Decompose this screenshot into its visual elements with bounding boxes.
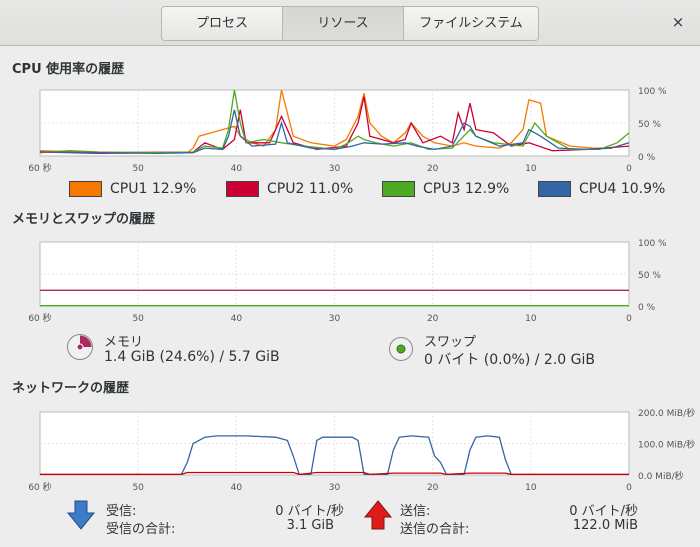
receiving-label: 受信: (106, 504, 137, 519)
memory-x-tick: 60 秒 (28, 312, 51, 324)
cpu-x-tick: 30 (329, 164, 341, 174)
memory-value: 1.4 GiB (24.6%) / 5.7 GiB (104, 349, 280, 365)
cpu-x-tick: 40 (231, 164, 243, 174)
network-x-tick: 0 (626, 483, 632, 493)
legend-cpu1[interactable]: CPU1 12.9% (69, 181, 196, 197)
memory-x-tick: 0 (626, 314, 632, 324)
header-bar: プロセス リソース ファイルシステム × (0, 0, 700, 46)
legend-cpu3-label: CPU3 (423, 181, 461, 197)
total-received-label: 受信の合計: (106, 522, 176, 537)
cpu-x-tick: 10 (525, 164, 537, 174)
legend-cpu4[interactable]: CPU4 10.9% (538, 181, 665, 197)
legend-cpu2-value: 11.0% (308, 181, 354, 197)
received-series-line (40, 435, 629, 476)
memory-x-tick: 10 (525, 314, 537, 324)
cpu3-series-line (39, 89, 630, 154)
cpu2-series-line (39, 96, 630, 155)
cpu3-color-swatch[interactable] (382, 181, 415, 197)
tab-file-systems[interactable]: ファイルシステム (403, 7, 538, 40)
swap-value: 0 バイト (0.0%) / 2.0 GiB (424, 352, 595, 368)
memory-y-tick: 0 % (638, 303, 656, 313)
tab-processes[interactable]: プロセス (162, 7, 282, 40)
cpu-y-tick: 50 % (638, 120, 661, 130)
legend-cpu1-label: CPU1 (110, 181, 148, 197)
swap-label: スワップ (424, 335, 477, 350)
sent-series-line (40, 471, 629, 476)
total-sent-value: 122.0 MiB (572, 518, 638, 533)
cpu-plot-area (39, 89, 630, 157)
memory-x-tick: 40 (231, 314, 243, 324)
legend-cpu3[interactable]: CPU3 12.9% (382, 181, 509, 197)
network-x-tick: 20 (427, 483, 439, 493)
network-y-tick: 100.0 MiB/秒 (638, 439, 695, 451)
legend-cpu1-value: 12.9% (151, 181, 197, 197)
network-history-title: ネットワークの履歴 (12, 381, 130, 396)
cpu1-series-line (39, 89, 630, 154)
network-y-tick: 0.0 MiB/秒 (638, 470, 684, 482)
sending-label: 送信: (400, 504, 431, 519)
total-sent-label: 送信の合計: (400, 522, 470, 537)
memory-y-tick: 50 % (638, 271, 661, 281)
memory-plot-area (39, 241, 630, 307)
total-received-value: 3.1 GiB (286, 518, 334, 533)
legend-cpu2-label: CPU2 (267, 181, 305, 197)
cpu-x-tick: 50 (132, 164, 144, 174)
memory-pie-icon[interactable] (66, 333, 94, 361)
view-switcher: プロセス リソース ファイルシステム (161, 6, 539, 41)
swap-pie-icon[interactable] (388, 336, 414, 362)
network-x-tick: 30 (329, 483, 341, 493)
cpu-x-tick: 0 (626, 164, 632, 174)
network-x-tick: 10 (525, 483, 537, 493)
cpu-y-tick: 0 % (638, 153, 656, 163)
network-x-tick: 50 (132, 483, 144, 493)
cpu-y-tick: 100 % (638, 87, 667, 97)
cpu4-color-swatch[interactable] (538, 181, 571, 197)
cpu-graph: 100 % 50 % 0 % 60 秒 50 40 30 20 10 0 100 % 50 % 0 %… (28, 87, 695, 493)
memory-x-tick: 20 (427, 314, 439, 324)
network-plot-area (39, 411, 630, 476)
legend-cpu4-value: 10.9% (620, 181, 666, 197)
legend-cpu4-label: CPU4 (579, 181, 617, 197)
legend-cpu3-value: 12.9% (464, 181, 510, 197)
tab-resources[interactable]: リソース (282, 7, 403, 40)
memory-label: メモリ (104, 335, 144, 350)
memory-y-tick: 100 % (638, 239, 667, 249)
cpu2-color-swatch[interactable] (226, 181, 259, 197)
cpu-x-tick: 60 秒 (28, 162, 51, 174)
network-x-tick: 60 秒 (28, 481, 51, 493)
network-x-tick: 40 (231, 483, 243, 493)
memory-x-tick: 50 (132, 314, 144, 324)
sending-rate: 0 バイト/秒 (569, 504, 638, 519)
cpu-history-title: CPU 使用率の履歴 (12, 62, 125, 77)
legend-cpu2[interactable]: CPU2 11.0% (226, 181, 353, 197)
upload-arrow-icon[interactable] (363, 499, 393, 531)
memory-history-title: メモリとスワップの履歴 (12, 212, 156, 227)
cpu4-series-line (39, 109, 630, 155)
receiving-rate: 0 バイト/秒 (275, 504, 344, 519)
close-icon[interactable]: × (668, 12, 688, 32)
network-y-tick: 200.0 MiB/秒 (638, 407, 695, 419)
cpu1-color-swatch[interactable] (69, 181, 102, 197)
download-arrow-icon[interactable] (66, 499, 96, 531)
cpu-x-tick: 20 (427, 164, 439, 174)
memory-x-tick: 30 (329, 314, 341, 324)
